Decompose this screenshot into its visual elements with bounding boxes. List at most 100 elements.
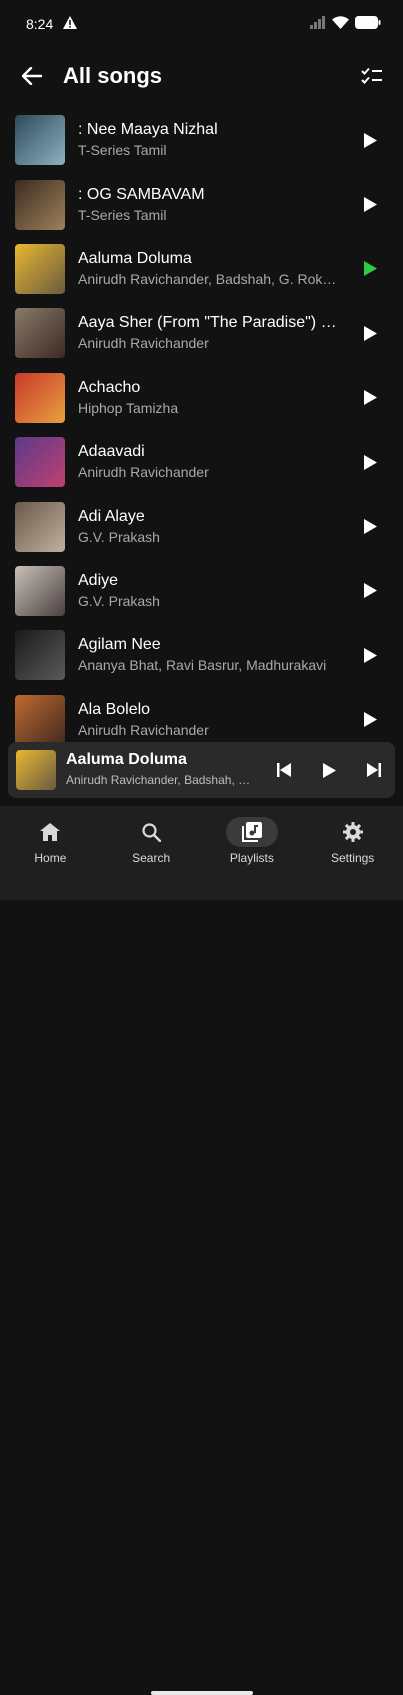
song-row[interactable]: Adi Alaye G.V. Prakash (0, 494, 403, 558)
play-icon (363, 454, 377, 470)
song-artwork (15, 630, 65, 681)
song-artist: T-Series Tamil (78, 142, 167, 159)
song-artist: Anirudh Ravichander (78, 464, 209, 481)
song-artist: G.V. Prakash (78, 528, 160, 545)
song-row[interactable]: Achacho Hiphop Tamizha (0, 366, 403, 430)
song-meta: : Nee Maaya Nizhal T-Series Tamil (78, 120, 339, 160)
mini-player-title: Aaluma Doluma (66, 751, 187, 768)
song-title: Aaluma Doluma (78, 249, 192, 267)
nav-item-home[interactable]: Home (0, 806, 101, 876)
play-song-button[interactable] (355, 512, 385, 542)
battery-icon (355, 16, 381, 32)
mini-player-meta: Aaluma Doluma Anirudh Ravichander, Badsh… (66, 750, 254, 790)
play-icon (363, 390, 377, 406)
song-artist: Ananya Bhat, Ravi Basrur, Madhurakavi (78, 657, 327, 674)
song-title: Adi Alaye (78, 507, 145, 525)
play-icon (363, 261, 377, 277)
song-row[interactable]: Aaluma Doluma Anirudh Ravichander, Badsha… (0, 237, 403, 301)
arrow-left-icon (22, 67, 42, 85)
song-meta: Adaavadi Anirudh Ravichander (78, 442, 339, 482)
nav-label: Search (132, 851, 171, 865)
song-artwork (15, 115, 65, 166)
song-artist: Anirudh Ravichander (78, 335, 209, 352)
play-icon (363, 325, 377, 341)
song-row[interactable]: Adiye G.V. Prakash (0, 559, 403, 623)
song-artist: T-Series Tamil (78, 206, 167, 223)
song-row[interactable]: Adaavadi Anirudh Ravichander (0, 430, 403, 494)
play-icon (363, 712, 377, 728)
nav-label: Settings (330, 851, 375, 865)
play-song-button[interactable] (355, 576, 385, 606)
song-artist: Hiphop Tamizha (78, 399, 179, 416)
play-button[interactable] (314, 755, 344, 785)
song-title: : Nee Maaya Nizhal (78, 121, 218, 139)
playlist-icon (225, 817, 278, 847)
play-song-button[interactable] (355, 125, 385, 155)
gear-icon (327, 817, 379, 847)
song-meta: Aaluma Doluma Anirudh Ravichander, Badsha… (78, 249, 339, 289)
song-artist: Anirudh Ravichander, Badshah, G. Rokesh (78, 270, 339, 287)
warning-icon (63, 16, 78, 32)
next-button[interactable] (359, 755, 389, 785)
play-icon (363, 519, 377, 535)
song-artwork (15, 179, 65, 230)
app-header: All songs (0, 52, 403, 100)
play-icon (363, 197, 377, 213)
previous-button[interactable] (269, 755, 299, 785)
song-list: : Nee Maaya Nizhal T-Series Tamil: OG SAM… (0, 108, 403, 752)
nav-label: Home (34, 851, 67, 865)
song-row[interactable]: Agilam Nee Ananya Bhat, Ravi Basrur, Madh… (0, 623, 403, 687)
mini-player-artist: Anirudh Ravichander, Badshah, G. Rokesh (66, 773, 254, 787)
song-artist: Anirudh Ravichander (78, 721, 209, 738)
song-artwork (15, 308, 65, 359)
search-icon (125, 817, 177, 847)
skip-next-icon (367, 763, 381, 777)
song-row[interactable]: Aaya Sher (From "The Paradise") (Telugu)… (0, 301, 403, 365)
gesture-handle (151, 1691, 253, 1695)
song-row[interactable]: : OG SAMBAVAM T-Series Tamil (0, 172, 403, 236)
select-button[interactable] (359, 63, 385, 89)
song-title: : OG SAMBAVAM (78, 185, 205, 203)
song-meta: : OG SAMBAVAM T-Series Tamil (78, 185, 339, 225)
play-song-button[interactable] (355, 383, 385, 413)
song-meta: Adi Alaye G.V. Prakash (78, 507, 339, 547)
nav-item-search[interactable]: Search (101, 806, 202, 876)
song-title: Achacho (78, 378, 141, 396)
song-meta: Ala Bolelo Anirudh Ravichander (78, 700, 339, 740)
play-song-button[interactable] (355, 318, 385, 348)
song-meta: Agilam Nee Ananya Bhat, Ravi Basrur, Madh… (78, 635, 339, 675)
song-artwork (15, 565, 65, 616)
nav-item-settings[interactable]: Settings (302, 806, 403, 876)
song-meta: Aaya Sher (From "The Paradise") (Telugu)… (78, 313, 339, 353)
song-artwork (15, 501, 65, 552)
song-title: Adaavadi (78, 443, 145, 461)
mini-player[interactable]: Aaluma Doluma Anirudh Ravichander, Badsh… (8, 742, 395, 798)
page-title: All songs (63, 63, 163, 88)
play-song-button[interactable] (355, 254, 385, 284)
song-row[interactable]: : Nee Maaya Nizhal T-Series Tamil (0, 108, 403, 172)
play-song-button[interactable] (355, 705, 385, 735)
play-icon (363, 583, 377, 599)
back-button[interactable] (18, 62, 46, 90)
song-meta: Achacho Hiphop Tamizha (78, 378, 339, 418)
skip-previous-icon (277, 763, 291, 777)
signal-icon (310, 16, 326, 32)
bottom-navigation: Home Search Playlists Settings (0, 806, 403, 1695)
play-song-button[interactable] (355, 190, 385, 220)
play-icon (322, 762, 336, 778)
play-song-button[interactable] (355, 640, 385, 670)
song-artwork (15, 243, 65, 294)
checklist-icon (361, 67, 382, 84)
play-icon (363, 132, 377, 148)
song-artwork (15, 437, 65, 488)
nav-label: Playlists (229, 851, 274, 865)
song-artwork (15, 694, 65, 745)
song-meta: Adiye G.V. Prakash (78, 571, 339, 611)
nav-item-playlists[interactable]: Playlists (202, 806, 303, 876)
song-title: Agilam Nee (78, 636, 161, 654)
home-icon (24, 817, 76, 847)
status-bar: 8:24 (0, 0, 403, 48)
play-song-button[interactable] (355, 447, 385, 477)
status-time: 8:24 (26, 16, 54, 32)
song-title: Ala Bolelo (78, 700, 151, 718)
